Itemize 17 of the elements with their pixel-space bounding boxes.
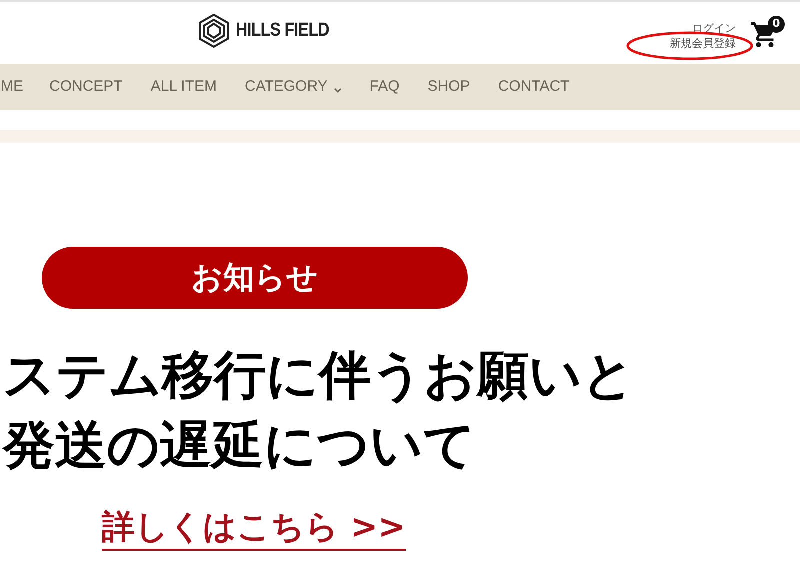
details-link[interactable]: 詳しくはこちら >> bbox=[102, 507, 406, 551]
nav-link[interactable]: CONTACT bbox=[498, 76, 570, 98]
logo-text: HILLS FIELD bbox=[236, 18, 330, 43]
nav-link[interactable]: SHOP bbox=[428, 76, 470, 98]
nav-link[interactable]: CONCEPT bbox=[50, 76, 123, 98]
register-link[interactable]: 新規会員登録 bbox=[670, 38, 736, 49]
nav-link[interactable]: ALL ITEM bbox=[150, 76, 217, 98]
headline-text: 発送の遅延について bbox=[3, 415, 477, 478]
hexagon-logo-icon bbox=[198, 14, 230, 48]
nav-link[interactable]: ME bbox=[1, 76, 24, 98]
nav-link[interactable]: FAQ bbox=[370, 76, 400, 98]
nav-link[interactable]: CATEGORY bbox=[244, 76, 342, 98]
cart-count-badge: 0 bbox=[768, 16, 785, 33]
cart-button[interactable]: 0 bbox=[750, 16, 788, 52]
chevron-down-icon bbox=[334, 88, 342, 94]
headline-text: ステム移行に伴うお願いと bbox=[3, 345, 636, 408]
notice-badge: お知らせ bbox=[42, 247, 468, 309]
